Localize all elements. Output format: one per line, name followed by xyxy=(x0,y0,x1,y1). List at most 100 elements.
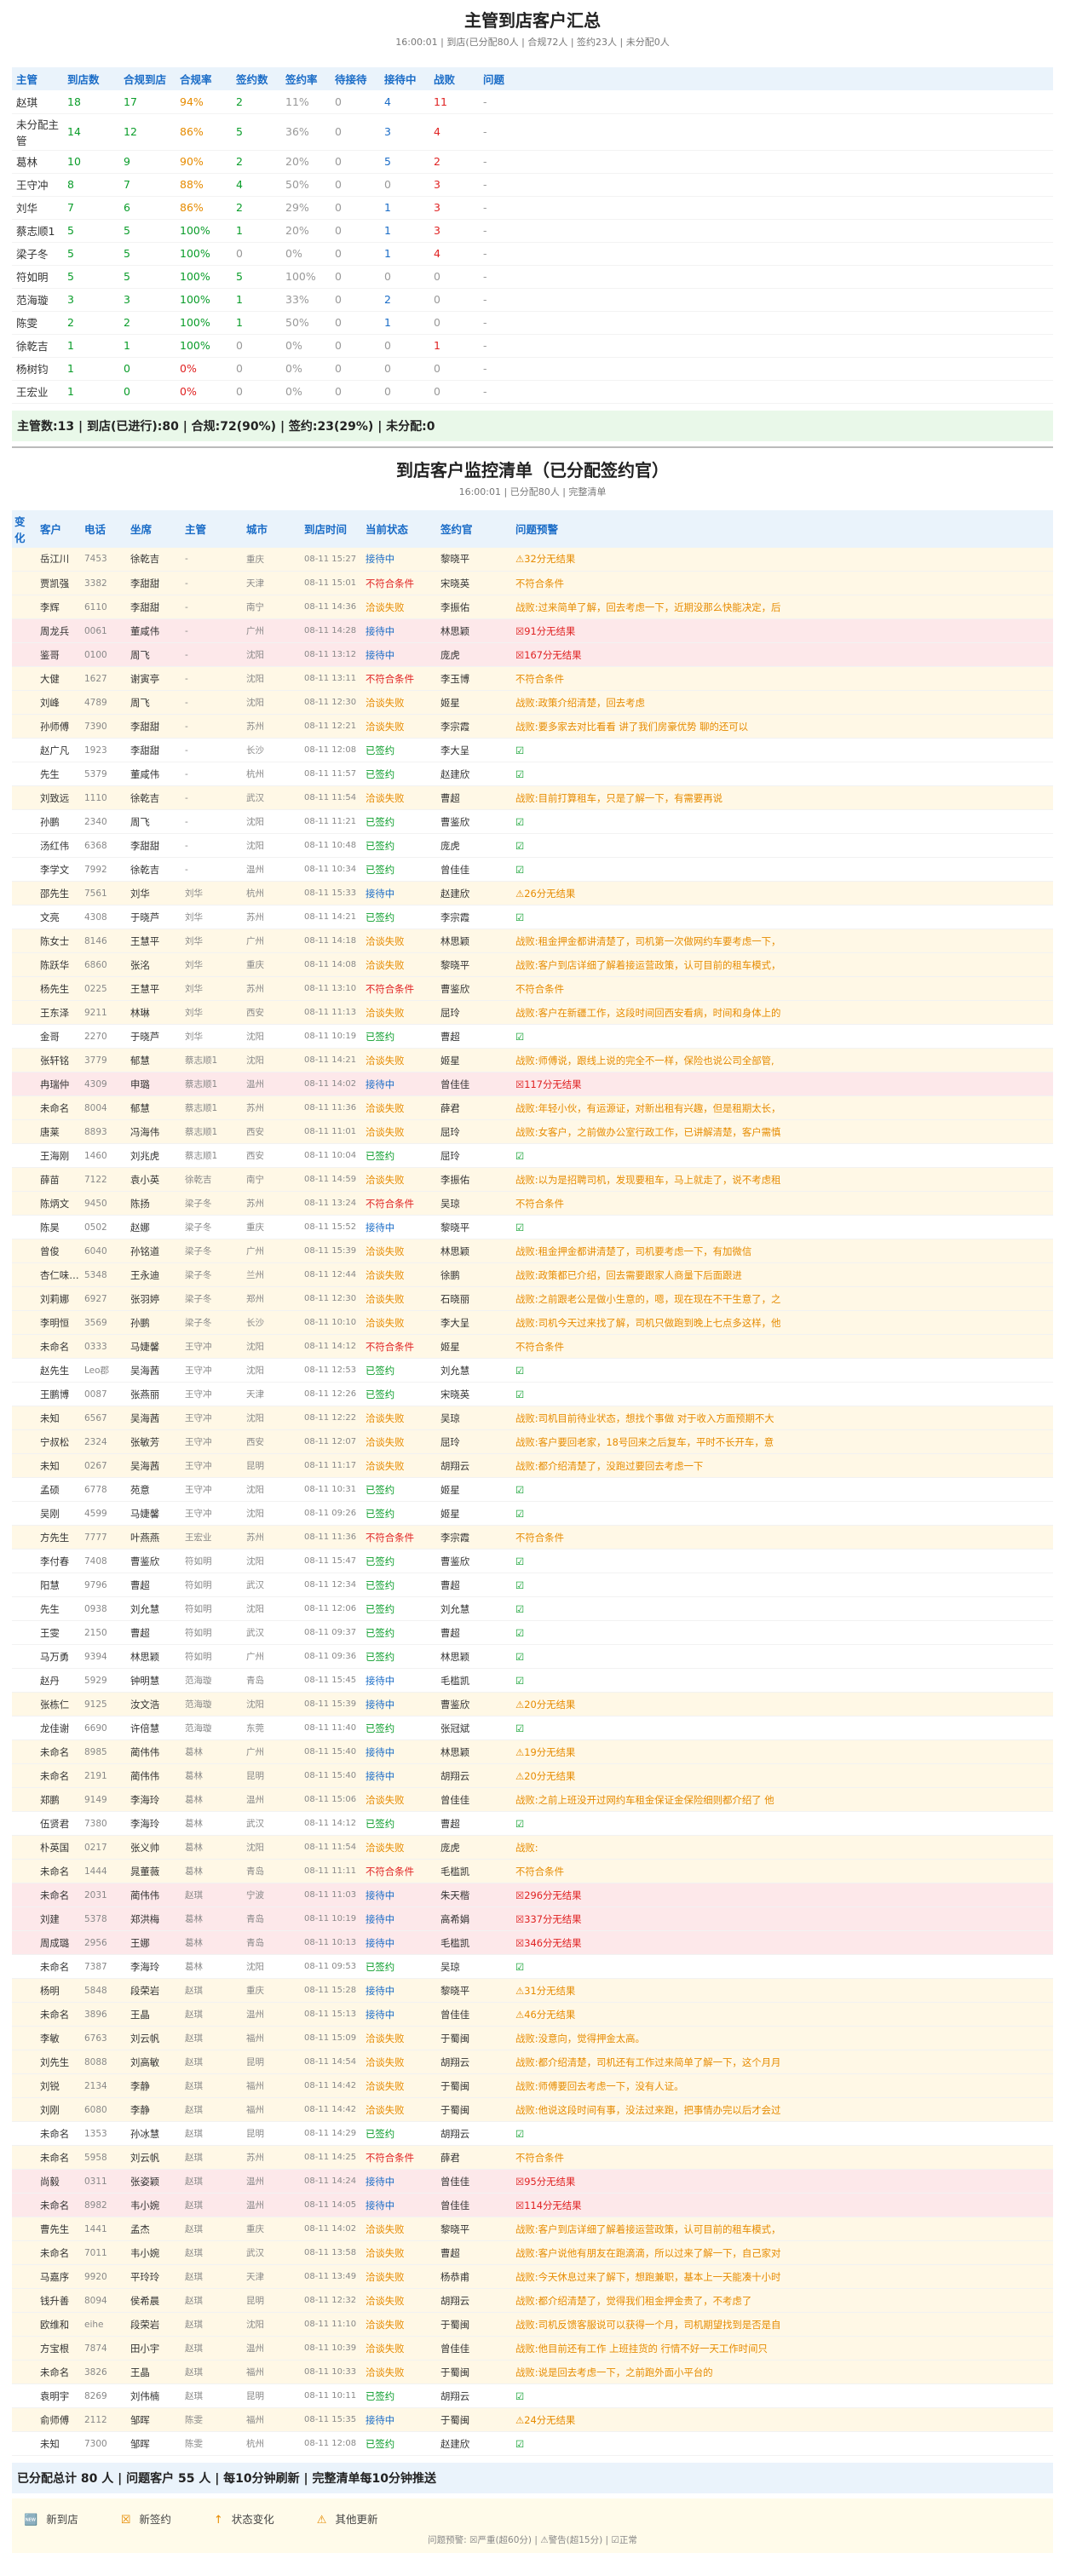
table-row[interactable]: 未命名 8982 韦小婉 赵琪 温州 08-11 14:05 接待中 曾佳佳 ☒114分无结果 xyxy=(12,2193,1053,2217)
table-row[interactable]: 曾俊 6040 孙铭道 梁子冬 广州 08-11 15:39 洽谈失败 林思颖 战败:租金押金都… xyxy=(12,1239,1053,1263)
table-row[interactable]: 欧维和 eihe 段荣岩 赵琪 沈阳 08-11 11:10 洽谈失败 于蜀闽 战败:司机反馈客… xyxy=(12,2312,1053,2337)
table-row[interactable]: 马嘉序 9920 平玲玲 赵琪 天津 08-11 13:49 洽谈失败 杨恭甫 战败:今天休息过… xyxy=(12,2264,1053,2289)
table-row[interactable]: 金哥 2270 于晓芦 刘华 沈阳 08-11 10:19 已签约 曹超 ☑ xyxy=(12,1024,1053,1049)
table-row[interactable]: 刘峰 4789 周飞 - 沈阳 08-11 12:30 洽谈失败 姬星 战败:政策介绍清楚，回去… xyxy=(12,690,1053,715)
table-row[interactable]: 尚毅 0311 张姿颖 赵琪 温州 08-11 14:24 接待中 曾佳佳 ☒95分无结果 xyxy=(12,2169,1053,2194)
table-row[interactable]: 未命名 7011 韦小婉 赵琪 武汉 08-11 13:58 洽谈失败 曹超 战败:客户说他有朋… xyxy=(12,2240,1053,2265)
table-row[interactable]: 文亮 4308 于晓芦 刘华 苏州 08-11 14:21 已签约 李宗霞 ☑ xyxy=(12,905,1053,929)
table-row[interactable]: 钱升善 8094 侯希晨 赵琪 昆明 08-11 12:32 洽谈失败 胡翔云 战败:都介绍清楚… xyxy=(12,2288,1053,2313)
table-row[interactable]: 刘刚 6080 李静 赵琪 福州 08-11 14:42 洽谈失败 于蜀闽 战败:他说这段时间有… xyxy=(12,2097,1053,2122)
table-row[interactable]: 李付春 7408 曹鉴欣 符如明 沈阳 08-11 15:47 已签约 曹鉴欣 ☑ xyxy=(12,1549,1053,1573)
table-row[interactable]: 汤红伟 6368 李甜甜 - 沈阳 08-11 10:48 已签约 庞虎 ☑ xyxy=(12,833,1053,858)
table-row[interactable]: 未命名 3896 王晶 赵琪 温州 08-11 15:13 接待中 曾佳佳 ⚠46分无结果 xyxy=(12,2002,1053,2027)
table-row[interactable]: 未命名 3826 王晶 赵琪 福州 08-11 10:33 洽谈失败 于蜀闽 战败:说是回去考虑… xyxy=(12,2360,1053,2384)
table-row[interactable]: 贾凯强 3382 李甜甜 - 天津 08-11 15:01 不符合条件 宋晓英 不符合条件 xyxy=(12,571,1053,595)
table-row[interactable]: 王鹏博 0087 张燕丽 王守冲 天津 08-11 12:26 已签约 宋晓英 ☑ xyxy=(12,1382,1053,1406)
table-cell: 0 xyxy=(331,150,380,174)
table-row[interactable]: 范海璇 3 3 100% 1 33% 0 2 0- xyxy=(12,288,1053,312)
table-row[interactable]: 孟硕 6778 苑意 王守冲 沈阳 08-11 10:31 已签约 姬星 ☑ xyxy=(12,1477,1053,1502)
table-row[interactable]: 马万勇 9394 林思颖 符如明 广州 08-11 09:36 已签约 林思颖 ☑ xyxy=(12,1644,1053,1669)
table-row[interactable]: 陈雯 2 2 100% 1 50% 0 1 0- xyxy=(12,311,1053,335)
table-row[interactable]: 岳江川 7453 徐乾吉 - 重庆 08-11 15:27 接待中 黎晓平 ⚠32分无结果 xyxy=(12,547,1053,572)
table-row[interactable]: 杨树钧 1 0 0% 0 0% 0 0 0- xyxy=(12,357,1053,381)
table-row[interactable]: 蔡志顺1 5 5 100% 1 20% 0 1 3- xyxy=(12,219,1053,243)
table-row[interactable]: 李辉 6110 李甜甜 - 南宁 08-11 14:36 洽谈失败 李振佑 战败:过来简单了解，… xyxy=(12,595,1053,619)
table-row[interactable]: 未命名 8004 郁慧 蔡志顺1 苏州 08-11 11:36 洽谈失败 薛君 战败:年轻小伙，… xyxy=(12,1095,1053,1120)
table-row[interactable]: 宁叔松 2324 张敏芳 王守冲 西安 08-11 12:07 洽谈失败 屈玲 战败:客户要回老… xyxy=(12,1429,1053,1454)
table-row[interactable]: 袁明宇 8269 刘伟楠 赵琪 昆明 08-11 10:11 已签约 胡翔云 ☑ xyxy=(12,2383,1053,2408)
table-row[interactable]: 赵先生 Leo郡 吴海茜 王守冲 沈阳 08-11 12:53 已签约 刘允慧 ☑ xyxy=(12,1358,1053,1383)
manager-name: 葛林 xyxy=(182,1859,244,1883)
table-row[interactable]: 周成璐 2956 王娜 葛林 青岛 08-11 10:13 接待中 毛槛凯 ☒346分无结果 xyxy=(12,1930,1053,1955)
table-row[interactable]: 鉴哥 0100 周飞 - 沈阳 08-11 13:12 接待中 庞虎 ☒167分无结果 xyxy=(12,642,1053,667)
table-row[interactable]: 郑鹏 9149 李海玲 葛林 温州 08-11 15:06 洽谈失败 曾佳佳 战败:之前上班没开… xyxy=(12,1787,1053,1812)
table-row[interactable]: 唐莱 8893 冯海伟 蔡志顺1 西安 08-11 11:01 洽谈失败 屈玲 战败:女客户，之… xyxy=(12,1119,1053,1144)
table-row[interactable]: 刘致远 1110 徐乾吉 - 武汉 08-11 11:54 洽谈失败 曹超 战败:目前打算租车，… xyxy=(12,785,1053,810)
table-row[interactable]: 陈跃华 6860 张洺 刘华 重庆 08-11 14:08 洽谈失败 黎晓平 战败:客户到店详细… xyxy=(12,952,1053,977)
table-row[interactable]: 陈女士 8146 王慧平 刘华 广州 08-11 14:18 洽谈失败 林思颖 战败:租金押金都… xyxy=(12,929,1053,953)
table-row[interactable]: 方宝根 7874 田小宇 赵琪 温州 08-11 10:39 洽谈失败 曾佳佳 战败:他目前还有… xyxy=(12,2336,1053,2360)
customer-name: 伍贤君 xyxy=(37,1811,82,1836)
table-row[interactable]: 陈昊 0502 赵娜 梁子冬 重庆 08-11 15:52 接待中 黎晓平 ☑ xyxy=(12,1215,1053,1239)
table-row[interactable]: 刘先生 8088 刘高敏 赵琪 昆明 08-11 14:54 洽谈失败 胡翔云 战败:都介绍清楚… xyxy=(12,2050,1053,2074)
table-row[interactable]: 未知 7300 邹晖 陈雯 杭州 08-11 12:08 已签约 赵建欣 ☑ xyxy=(12,2431,1053,2456)
table-row[interactable]: 刘华 7 6 86% 2 29% 0 1 3- xyxy=(12,196,1053,220)
table-row[interactable]: 吴刚 4599 马婕馨 王守冲 沈阳 08-11 09:26 已签约 姬星 ☑ xyxy=(12,1501,1053,1526)
table-row[interactable]: 未命名 7387 李海玲 葛林 沈阳 08-11 09:53 已签约 吴琼 ☑ xyxy=(12,1954,1053,1979)
table-row[interactable]: 徐乾吉 1 1 100% 0 0% 0 0 1- xyxy=(12,334,1053,358)
table-row[interactable]: 大健 1627 谢寅亭 - 沈阳 08-11 13:11 不符合条件 李玉博 不符合条件 xyxy=(12,666,1053,691)
table-row[interactable]: 李敏 6763 刘云帆 赵琪 福州 08-11 15:09 洽谈失败 于蜀闽 战败:没意向，觉得… xyxy=(12,2026,1053,2050)
table-row[interactable]: 未命名 2031 蔺伟伟 赵琪 宁波 08-11 11:03 接待中 朱天楷 ☒296分无结果 xyxy=(12,1883,1053,1907)
table-row[interactable]: 赵琪 18 17 94% 2 11% 0 4 11- xyxy=(12,90,1053,114)
table-row[interactable]: 刘建 5378 郑洪梅 葛林 青岛 08-11 10:19 接待中 高希娟 ☒337分无结果 xyxy=(12,1906,1053,1931)
table-row[interactable]: 方先生 7777 叶燕燕 王宏业 苏州 08-11 11:36 不符合条件 李宗霞 不符合条件 xyxy=(12,1525,1053,1550)
city: 温州 xyxy=(244,1787,302,1812)
table-row[interactable]: 冉瑞仲 4309 申璐 蔡志顺1 温州 08-11 14:02 接待中 曾佳佳 ☒117分无结果 xyxy=(12,1072,1053,1096)
table-row[interactable]: 孙鹏 2340 周飞 - 沈阳 08-11 11:21 已签约 曹鉴欣 ☑ xyxy=(12,809,1053,834)
table-row[interactable]: 俞师傅 2112 邹晖 陈雯 福州 08-11 15:35 接待中 于蜀闽 ⚠24分无结果 xyxy=(12,2407,1053,2432)
table-row[interactable]: 杨先生 0225 王慧平 刘华 苏州 08-11 13:10 不符合条件 曹鉴欣 不符合条件 xyxy=(12,976,1053,1001)
table-row[interactable]: 赵广凡 1923 李甜甜 - 长沙 08-11 12:08 已签约 李大呈 ☑ xyxy=(12,738,1053,762)
table-row[interactable]: 未命名 0333 马婕馨 王守冲 沈阳 08-11 14:12 不符合条件 姬星 不符合条件 xyxy=(12,1334,1053,1359)
phone-tail: 0267 xyxy=(82,1453,128,1478)
table-row[interactable]: 王海刚 1460 刘兆虎 蔡志顺1 西安 08-11 10:04 已签约 屈玲 ☑ xyxy=(12,1143,1053,1168)
table-row[interactable]: 王宏业 1 0 0% 0 0% 0 0 0- xyxy=(12,380,1053,404)
table-row[interactable]: 朴英国 0217 张义帅 葛林 沈阳 08-11 11:54 洽谈失败 庞虎 战败: xyxy=(12,1835,1053,1860)
table-row[interactable]: 张轩铭 3779 郁慧 蔡志顺1 沈阳 08-11 14:21 洽谈失败 姬星 战败:师傅说，跟… xyxy=(12,1048,1053,1072)
table-row[interactable]: 李明恒 3569 孙鹏 梁子冬 长沙 08-11 10:10 洽谈失败 李大呈 战败:司机今天过… xyxy=(12,1310,1053,1335)
table-row[interactable]: 陈炳文 9450 陈扬 梁子冬 苏州 08-11 13:24 不符合条件 吴琼 不符合条件 xyxy=(12,1191,1053,1216)
table-row[interactable]: 未知 0267 吴海茜 王守冲 昆明 08-11 11:17 洽谈失败 胡翔云 战败:都介绍清楚… xyxy=(12,1453,1053,1478)
table-row[interactable]: 未命名 1444 晁董薇 葛林 青岛 08-11 11:11 不符合条件 毛槛凯 不符合条件 xyxy=(12,1859,1053,1883)
table-row[interactable]: 王东泽 9211 林琳 刘华 西安 08-11 11:13 洽谈失败 屈玲 战败:客户在新疆工作… xyxy=(12,1000,1053,1025)
table-row[interactable]: 未知 6567 吴海茜 王守冲 沈阳 08-11 12:22 洽谈失败 吴琼 战败:司机目前待业… xyxy=(12,1406,1053,1430)
phone-tail: 1441 xyxy=(82,2217,128,2241)
table-row[interactable]: 张栋仁 9125 汝文浩 范海璇 沈阳 08-11 15:39 接待中 曹鉴欣 ⚠20分无结果 xyxy=(12,1692,1053,1716)
table-row[interactable]: 梁子冬 5 5 100% 0 0% 0 1 4- xyxy=(12,242,1053,266)
table-row[interactable]: 葛林 10 9 90% 2 20% 0 5 2- xyxy=(12,150,1053,174)
table-row[interactable]: 邵先生 7561 刘华 刘华 杭州 08-11 15:33 接待中 赵建欣 ⚠26分无结果 xyxy=(12,881,1053,906)
table-row[interactable]: 龙佳谢 6690 许倍慧 范海璇 东莞 08-11 11:40 已签约 张冠斌 ☑ xyxy=(12,1716,1053,1740)
table-row[interactable]: 未命名 1353 孙冰慧 赵琪 昆明 08-11 14:29 已签约 胡翔云 ☑ xyxy=(12,2121,1053,2146)
table-row[interactable]: 赵丹 5929 钟明慧 范海璇 青岛 08-11 15:45 接待中 毛槛凯 ☑ xyxy=(12,1668,1053,1693)
phone-tail: 0333 xyxy=(82,1334,128,1359)
table-row[interactable]: 王守冲 8 7 88% 4 50% 0 0 3- xyxy=(12,173,1053,197)
table-row[interactable]: 先生 5379 董咸伟 - 杭州 08-11 11:57 已签约 赵建欣 ☑ xyxy=(12,762,1053,786)
table-row[interactable]: 刘莉娜 6927 张羽婷 梁子冬 郑州 08-11 12:30 洽谈失败 石晓丽 战败:之前跟老… xyxy=(12,1286,1053,1311)
table-row[interactable]: 李学文 7992 徐乾吉 - 温州 08-11 10:34 已签约 曾佳佳 ☑ xyxy=(12,857,1053,882)
table-row[interactable]: 孙师傅 7390 李甜甜 - 苏州 08-11 12:21 洽谈失败 李宗霞 战败:要多家去对比… xyxy=(12,714,1053,739)
table-row[interactable]: 王雯 2150 曹超 符如明 武汉 08-11 09:37 已签约 曹超 ☑ xyxy=(12,1620,1053,1645)
table-row[interactable]: 薛苗 7122 袁小英 徐乾吉 南宁 08-11 14:59 洽谈失败 李振佑 战败:以为是招聘… xyxy=(12,1167,1053,1192)
table-row[interactable]: 阳慧 9796 曹超 符如明 武汉 08-11 12:34 已签约 曹超 ☑ xyxy=(12,1573,1053,1597)
table-row[interactable]: 符如明 5 5 100% 5 100% 0 0 0- xyxy=(12,265,1053,289)
table-row[interactable]: 曹先生 1441 孟杰 赵琪 重庆 08-11 14:02 洽谈失败 黎晓平 战败:客户到店详细… xyxy=(12,2217,1053,2241)
table-row[interactable]: 杏仁味的馨馨5348王永迪梁子冬兰州08-11 12:44洽谈失败徐鹏战败:政策… xyxy=(12,1262,1053,1287)
table-row[interactable]: 杨明 5848 段荣岩 赵琪 重庆 08-11 15:28 接待中 黎晓平 ⚠31分无结果 xyxy=(12,1978,1053,2003)
table-row[interactable]: 未分配主管 14 12 86% 5 36% 0 3 4- xyxy=(12,113,1053,151)
table-row[interactable]: 未命名 5958 刘云帆 赵琪 苏州 08-11 14:25 不符合条件 薛君 不符合条件 xyxy=(12,2145,1053,2170)
table-row[interactable]: 未命名 8985 蔺伟伟 葛林 广州 08-11 15:40 接待中 林思颖 ⚠19分无结果 xyxy=(12,1739,1053,1764)
table-row[interactable]: 先生 0938 刘允慧 符如明 沈阳 08-11 12:06 已签约 刘允慧 ☑ xyxy=(12,1596,1053,1621)
table-row[interactable]: 未命名 2191 蔺伟伟 葛林 昆明 08-11 15:40 接待中 胡翔云 ⚠20分无结果 xyxy=(12,1763,1053,1788)
table-row[interactable]: 伍贤君 7380 李海玲 葛林 武汉 08-11 14:12 已签约 曹超 ☑ xyxy=(12,1811,1053,1836)
table-row[interactable]: 刘锐 2134 李静 赵琪 福州 08-11 14:42 洽谈失败 于蜀闽 战败:师傅要回去考虑… xyxy=(12,2073,1053,2098)
table-row[interactable]: 周龙兵 0061 董咸伟 - 广州 08-11 14:28 接待中 林思颖 ☒91分无结果 xyxy=(12,618,1053,643)
